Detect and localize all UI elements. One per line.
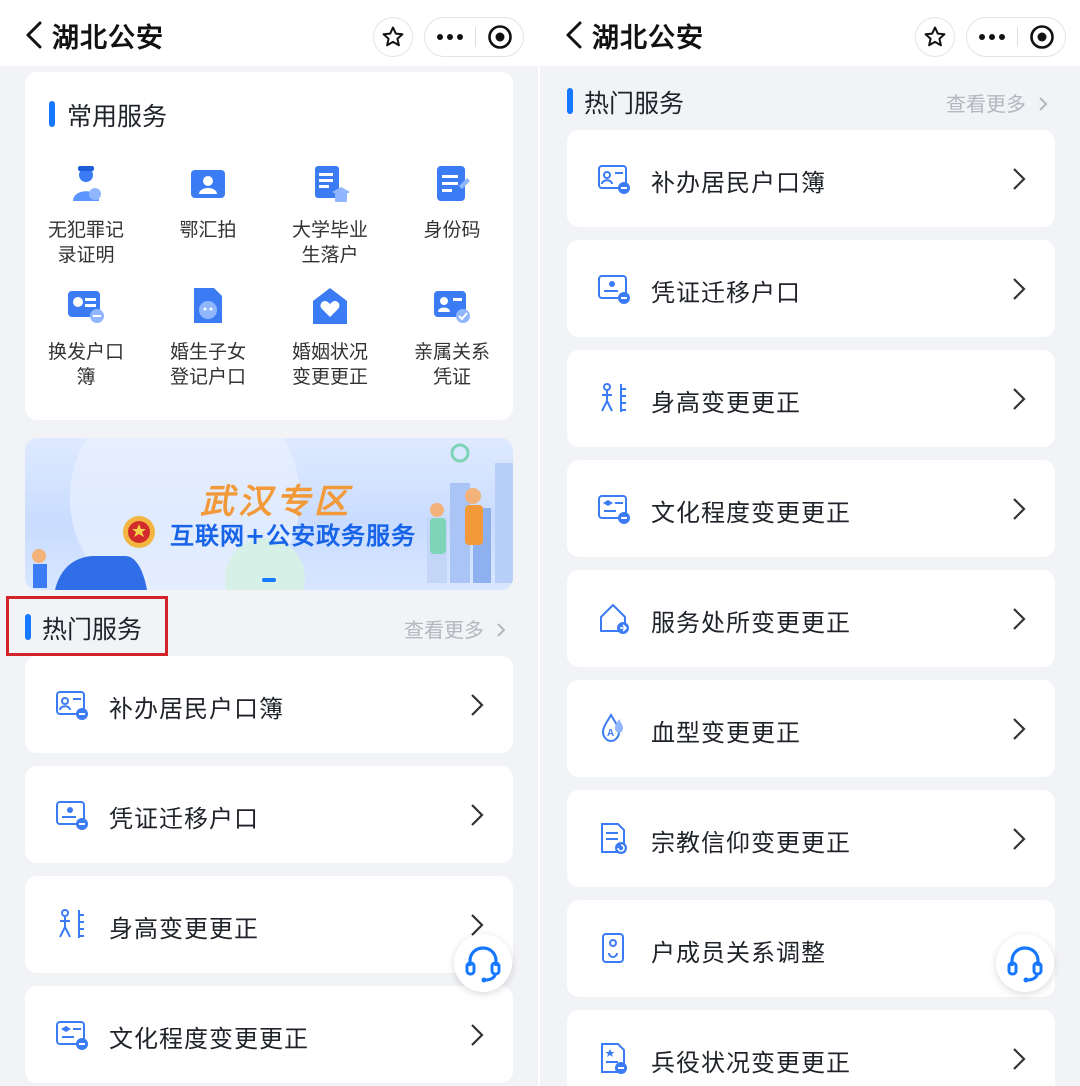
grid-item-id-code[interactable]: 身份码 bbox=[391, 164, 513, 243]
household-card-icon bbox=[56, 691, 88, 720]
headset-icon bbox=[465, 946, 501, 983]
back-arrow-icon[interactable] bbox=[22, 20, 48, 50]
education-card-icon bbox=[598, 495, 630, 524]
chevron-right-icon bbox=[471, 804, 484, 826]
section-marker bbox=[567, 88, 573, 114]
svg-text:A: A bbox=[607, 728, 614, 739]
member-relation-icon bbox=[602, 933, 624, 963]
list-item-migrate-household[interactable]: 凭证迁移户口 bbox=[567, 240, 1055, 337]
back-arrow-icon[interactable] bbox=[562, 20, 588, 50]
migration-certificate-icon bbox=[598, 275, 630, 304]
household-book-icon bbox=[68, 291, 104, 323]
list-item-member-relation[interactable]: 户成员关系调整 bbox=[567, 900, 1055, 997]
more-dots-icon bbox=[979, 34, 1005, 40]
chevron-right-icon bbox=[1013, 388, 1026, 410]
chevron-right-icon bbox=[1013, 498, 1026, 520]
page-title: 湖北公安 bbox=[592, 23, 704, 54]
list-item-height-correction[interactable]: 身高变更更正 bbox=[25, 876, 513, 973]
favorite-button[interactable] bbox=[373, 17, 413, 57]
common-services-card: 常用服务 无犯罪记 录证明 鄂汇拍 大学毕业 生落户 身份码 换发户口 簿 婚生… bbox=[25, 72, 513, 420]
nav-bar: 湖北公安 bbox=[540, 0, 1080, 66]
right-screen: 湖北公安 热门服务 查看更多 补办居民户口簿 凭证迁移户口 身高变更更正 文化程… bbox=[540, 0, 1080, 1086]
workplace-house-icon bbox=[600, 604, 629, 634]
list-item-education-correction[interactable]: 文化程度变更更正 bbox=[25, 986, 513, 1083]
chevron-right-icon bbox=[1013, 828, 1026, 850]
kinship-certificate-icon bbox=[434, 291, 470, 323]
chevron-right-icon bbox=[1013, 608, 1026, 630]
chevron-right-icon bbox=[1013, 718, 1026, 740]
list-item-religion-correction[interactable]: 宗教信仰变更更正 bbox=[567, 790, 1055, 887]
list-item-blood-type-correction[interactable]: A 血型变更更正 bbox=[567, 680, 1055, 777]
blood-drop-icon: A bbox=[601, 712, 623, 743]
see-more-link[interactable]: 查看更多 bbox=[946, 88, 1048, 117]
wuhan-banner[interactable]: 武汉专区 互联网+公安政务服务 bbox=[25, 438, 513, 590]
mini-program-capsule bbox=[424, 17, 524, 57]
list-item-reissue-household-book[interactable]: 补办居民户口簿 bbox=[567, 130, 1055, 227]
portrait-photo-icon bbox=[191, 170, 225, 198]
close-mini-program-button[interactable] bbox=[1018, 18, 1065, 56]
list-item-migrate-household[interactable]: 凭证迁移户口 bbox=[25, 766, 513, 863]
page-title: 湖北公安 bbox=[52, 23, 164, 54]
headset-icon bbox=[1007, 946, 1043, 983]
more-menu-button[interactable] bbox=[425, 18, 475, 56]
height-ruler-icon bbox=[601, 383, 626, 412]
section-title-common: 常用服务 bbox=[67, 102, 168, 131]
chevron-right-icon bbox=[471, 1024, 484, 1046]
child-registration-icon bbox=[194, 288, 222, 323]
mini-program-capsule bbox=[966, 17, 1066, 57]
see-more-link[interactable]: 查看更多 bbox=[404, 614, 506, 643]
section-marker bbox=[49, 101, 55, 127]
list-item-reissue-household-book[interactable]: 补办居民户口簿 bbox=[25, 656, 513, 753]
height-ruler-icon bbox=[59, 909, 84, 938]
star-icon bbox=[382, 26, 404, 47]
list-item-military-service[interactable]: 兵役状况变更更正 bbox=[567, 1010, 1055, 1086]
education-card-icon bbox=[56, 1021, 88, 1050]
more-menu-button[interactable] bbox=[967, 18, 1017, 56]
grid-item-renew-household-book[interactable]: 换发户口 簿 bbox=[25, 286, 147, 390]
chevron-right-icon bbox=[471, 694, 484, 716]
grid-item-no-criminal-record[interactable]: 无犯罪记 录证明 bbox=[25, 164, 147, 268]
banner-pager-dot bbox=[262, 578, 276, 582]
id-code-icon bbox=[437, 166, 470, 201]
left-screen: 湖北公安 常用服务 无犯罪记 录证明 鄂汇拍 大学毕业 生落户 身份码 换发户口… bbox=[0, 0, 538, 1086]
favorite-button[interactable] bbox=[915, 17, 955, 57]
list-item-height-correction[interactable]: 身高变更更正 bbox=[567, 350, 1055, 447]
customer-service-button[interactable] bbox=[454, 934, 512, 992]
migration-certificate-icon bbox=[56, 801, 88, 830]
household-card-icon bbox=[598, 165, 630, 194]
more-dots-icon bbox=[437, 34, 463, 40]
chevron-right-icon bbox=[1039, 97, 1048, 111]
close-mini-program-button[interactable] bbox=[476, 18, 523, 56]
banner-subheading: 互联网+公安政务服务 bbox=[170, 522, 417, 550]
police-emblem-icon bbox=[123, 516, 155, 548]
chevron-right-icon bbox=[497, 623, 506, 637]
highlight-annotation-box bbox=[6, 596, 168, 656]
list-item-education-correction[interactable]: 文化程度变更更正 bbox=[567, 460, 1055, 557]
target-circle-icon bbox=[1029, 25, 1054, 49]
military-service-icon bbox=[601, 1043, 627, 1074]
target-circle-icon bbox=[487, 25, 512, 49]
religion-document-icon bbox=[601, 823, 627, 854]
section-title-hot: 热门服务 bbox=[584, 89, 685, 118]
chevron-right-icon bbox=[1013, 168, 1026, 190]
chevron-right-icon bbox=[1013, 1048, 1026, 1070]
list-item-workplace-correction[interactable]: 服务处所变更更正 bbox=[567, 570, 1055, 667]
customer-service-button[interactable] bbox=[996, 934, 1054, 992]
grid-item-kinship-certificate[interactable]: 亲属关系 凭证 bbox=[391, 286, 513, 390]
graduation-document-icon bbox=[315, 166, 350, 202]
grid-item-child-registration[interactable]: 婚生子女 登记户口 bbox=[147, 286, 269, 390]
nav-bar: 湖北公安 bbox=[0, 0, 538, 66]
grid-item-marriage-status[interactable]: 婚姻状况 变更更正 bbox=[269, 286, 391, 390]
grid-item-photo[interactable]: 鄂汇拍 bbox=[147, 164, 269, 243]
marriage-heart-icon bbox=[313, 288, 347, 324]
chevron-right-icon bbox=[1013, 278, 1026, 300]
police-officer-icon bbox=[73, 166, 101, 201]
grid-item-graduate-settlement[interactable]: 大学毕业 生落户 bbox=[269, 164, 391, 268]
star-icon bbox=[924, 26, 946, 47]
